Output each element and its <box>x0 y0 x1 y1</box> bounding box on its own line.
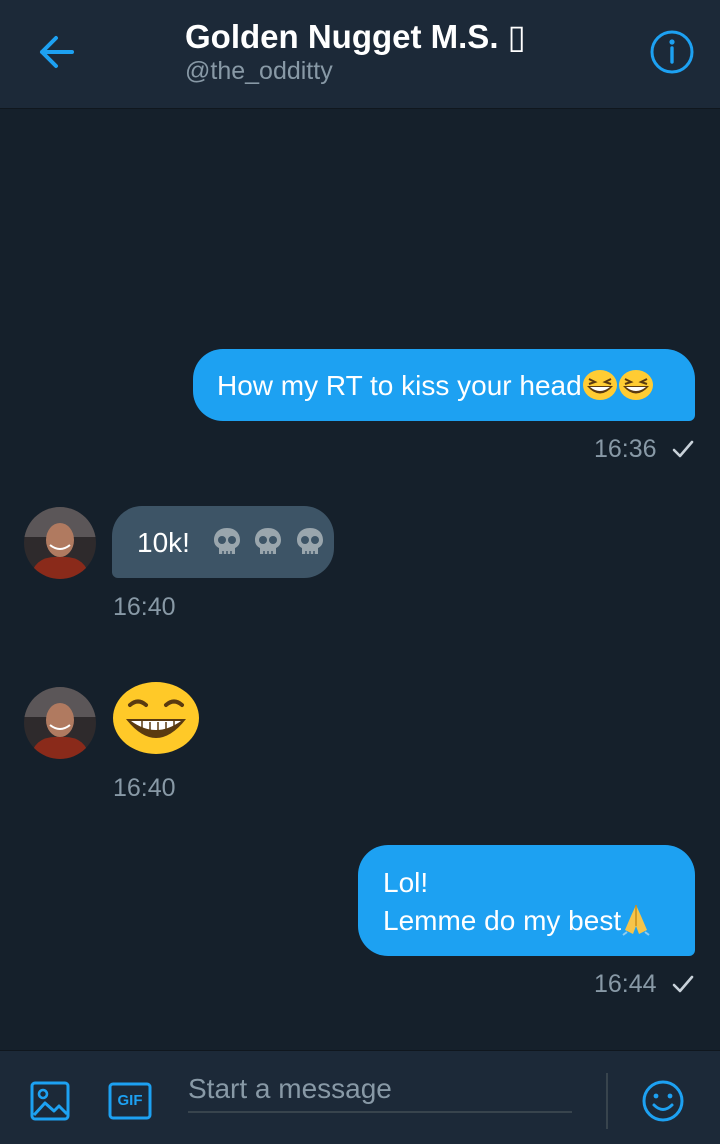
grinning-squint-emoji-icon <box>582 369 617 400</box>
back-button[interactable] <box>30 30 82 74</box>
conversation-title-block[interactable]: Golden Nugget M.S. ▯ @the_odditty <box>185 16 526 86</box>
avatar[interactable] <box>24 507 96 579</box>
message-text-line-2: Lemme do my best <box>383 902 695 940</box>
message-text: How my RT to kiss your head <box>217 370 582 401</box>
conversation-title: Golden Nugget M.S. ▯ <box>185 18 526 55</box>
message-input[interactable] <box>188 1067 572 1113</box>
check-icon <box>672 440 693 458</box>
message-bubble-outgoing[interactable]: Lol! Lemme do my best <box>358 845 695 956</box>
check-icon <box>672 975 693 993</box>
emoji-icon <box>642 1080 684 1122</box>
conversation-handle: @the_odditty <box>185 57 333 85</box>
message-timestamp: 16:36 <box>594 434 694 464</box>
folded-hands-emoji-icon <box>622 904 650 936</box>
back-arrow-icon <box>40 36 74 68</box>
avatar-image <box>24 687 96 759</box>
avatar-image <box>24 507 96 579</box>
info-button[interactable] <box>648 28 696 76</box>
grinning-squint-emoji-icon <box>618 369 653 400</box>
composer-divider <box>606 1073 608 1129</box>
image-icon <box>30 1081 70 1121</box>
message-emoji-only[interactable] <box>112 681 200 755</box>
message-timestamp: 16:40 <box>113 774 176 802</box>
message-text: 10k! <box>137 527 190 558</box>
skull-emoji-icon <box>255 527 282 554</box>
message-bubble-incoming[interactable]: 10k! <box>112 506 334 578</box>
message-timestamp: 16:40 <box>113 593 176 621</box>
add-image-button[interactable] <box>30 1081 70 1121</box>
message-composer: GIF <box>0 1050 720 1144</box>
message-text-line-1: Lol! <box>383 867 429 898</box>
conversation-header: Golden Nugget M.S. ▯ @the_odditty <box>0 0 720 109</box>
gif-label: GIF <box>117 1092 143 1109</box>
message-bubble-outgoing[interactable]: How my RT to kiss your head <box>193 349 695 421</box>
add-gif-button[interactable]: GIF <box>108 1082 152 1120</box>
skull-emoji-icon <box>297 527 324 554</box>
avatar[interactable] <box>24 687 96 759</box>
laughing-emoji-icon <box>113 682 199 754</box>
message-timestamp: 16:44 <box>594 969 694 999</box>
skull-emoji-icon <box>213 527 240 554</box>
emoji-picker-button[interactable] <box>641 1079 685 1123</box>
info-icon <box>650 30 694 74</box>
